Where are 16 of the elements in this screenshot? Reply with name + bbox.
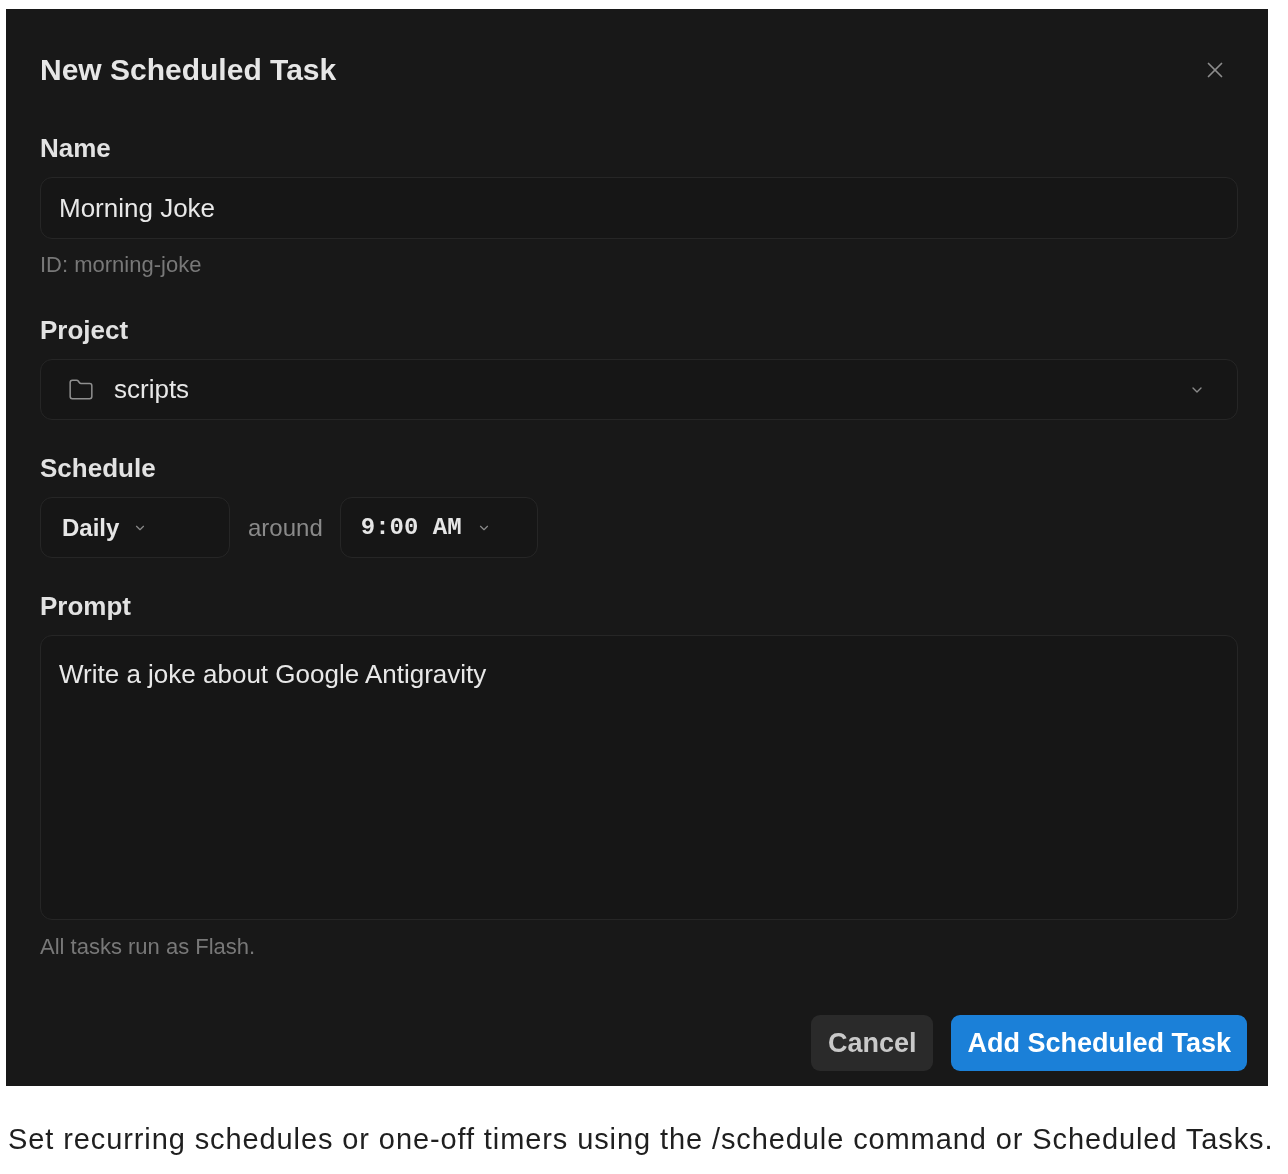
prompt-textarea[interactable]: Write a joke about Google Antigravity bbox=[40, 635, 1238, 920]
time-select[interactable]: 9:00 AM bbox=[339, 497, 538, 558]
field-label: Name bbox=[40, 132, 111, 164]
dialog-title: New Scheduled Task bbox=[40, 52, 337, 88]
cancel-button[interactable]: Cancel bbox=[810, 1015, 934, 1071]
field-label: Prompt bbox=[40, 590, 131, 622]
frequency-select[interactable]: Daily bbox=[40, 497, 230, 558]
around-text: around bbox=[248, 512, 323, 543]
id-hint: ID: morning-joke bbox=[40, 251, 202, 279]
caption: Set recurring schedules or one-off timers using the /schedule command or Scheduled Tasks. bbox=[8, 1122, 1274, 1157]
field-label: Schedule bbox=[40, 452, 156, 484]
name-input[interactable]: Morning Joke bbox=[40, 177, 1238, 239]
submit-button[interactable]: Add Scheduled Task bbox=[951, 1015, 1247, 1071]
field-label: Project bbox=[40, 314, 129, 346]
model-note: All tasks run as Flash. bbox=[40, 933, 256, 961]
project-select[interactable]: scripts bbox=[40, 359, 1238, 420]
